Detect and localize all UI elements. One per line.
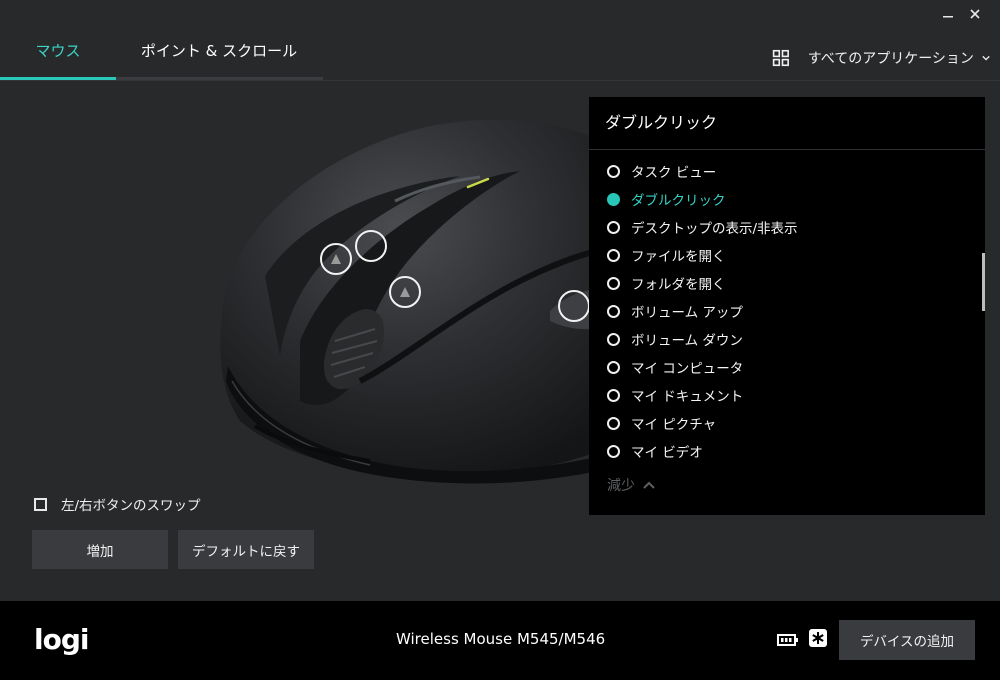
radio-button[interactable] xyxy=(607,332,620,346)
swap-label: 左/右ボタンのスワップ xyxy=(61,498,201,514)
option-my-documents[interactable]: マイ ドキュメント xyxy=(607,381,967,409)
grid-icon xyxy=(772,49,789,67)
footer-bar: logi Wireless Mouse M545/M546 デバイスの追加 xyxy=(0,601,1000,680)
mouse-illustration xyxy=(0,81,620,501)
option-my-computer[interactable]: マイ コンピュータ xyxy=(607,353,967,381)
action-options-list: タスク ビュー ダブルクリック デスクトップの表示/非表示 ファイルを開く フォ… xyxy=(607,157,967,465)
option-open-file[interactable]: ファイルを開く xyxy=(607,241,967,269)
radio-button[interactable] xyxy=(607,164,620,178)
panel-title[interactable]: ダブルクリック xyxy=(605,109,717,133)
application-selector[interactable]: すべてのアプリケーション xyxy=(772,44,990,72)
swap-checkbox[interactable] xyxy=(34,497,47,511)
option-open-folder[interactable]: フォルダを開く xyxy=(607,269,967,297)
add-device-button[interactable]: デバイスの追加 xyxy=(839,620,975,660)
panel-scrollbar[interactable] xyxy=(982,253,985,311)
battery-icon xyxy=(777,634,798,646)
option-show-hide-desktop[interactable]: デスクトップの表示/非表示 xyxy=(607,213,967,241)
radio-button[interactable] xyxy=(607,388,620,402)
option-task-view[interactable]: タスク ビュー xyxy=(607,157,967,185)
radio-button[interactable] xyxy=(607,248,620,262)
application-selector-label: すべてのアプリケーション xyxy=(807,51,974,67)
logi-logo: logi xyxy=(34,623,89,656)
device-name[interactable]: Wireless Mouse M545/M546 xyxy=(396,630,605,648)
option-volume-down[interactable]: ボリューム ダウン xyxy=(607,325,967,353)
radio-button[interactable] xyxy=(607,416,620,430)
collapse-label: 減少 xyxy=(607,478,635,494)
add-button[interactable]: 増加 xyxy=(32,530,168,569)
chevron-up-icon xyxy=(643,481,655,489)
radio-button[interactable] xyxy=(607,444,620,458)
option-my-pictures[interactable]: マイ ピクチャ xyxy=(607,409,967,437)
option-my-videos[interactable]: マイ ビデオ xyxy=(607,437,967,465)
panel-divider xyxy=(589,149,985,150)
logitech-options-window: マウス ポイント & スクロール すべてのアプリケーション ダブルクリック タス… xyxy=(0,0,1000,680)
radio-button[interactable] xyxy=(607,220,620,234)
radio-button-selected[interactable] xyxy=(607,192,620,206)
radio-button[interactable] xyxy=(607,360,620,374)
unifying-receiver-icon xyxy=(809,629,827,647)
tab-point-and-scroll[interactable]: ポイント & スクロール xyxy=(116,40,322,78)
swap-buttons-option[interactable]: 左/右ボタンのスワップ xyxy=(34,494,201,514)
minimize-icon[interactable] xyxy=(936,4,960,26)
option-double-click[interactable]: ダブルクリック xyxy=(607,185,967,213)
tab-mouse[interactable]: マウス xyxy=(0,40,116,78)
collapse-button[interactable]: 減少 xyxy=(607,475,655,495)
close-icon[interactable] xyxy=(963,4,987,26)
option-volume-up[interactable]: ボリューム アップ xyxy=(607,297,967,325)
action-dropdown-panel: ダブルクリック タスク ビュー ダブルクリック デスクトップの表示/非表示 ファ… xyxy=(589,97,985,515)
radio-button[interactable] xyxy=(607,276,620,290)
chevron-down-icon xyxy=(982,55,990,61)
radio-button[interactable] xyxy=(607,304,620,318)
restore-defaults-button[interactable]: デフォルトに戻す xyxy=(178,530,314,569)
